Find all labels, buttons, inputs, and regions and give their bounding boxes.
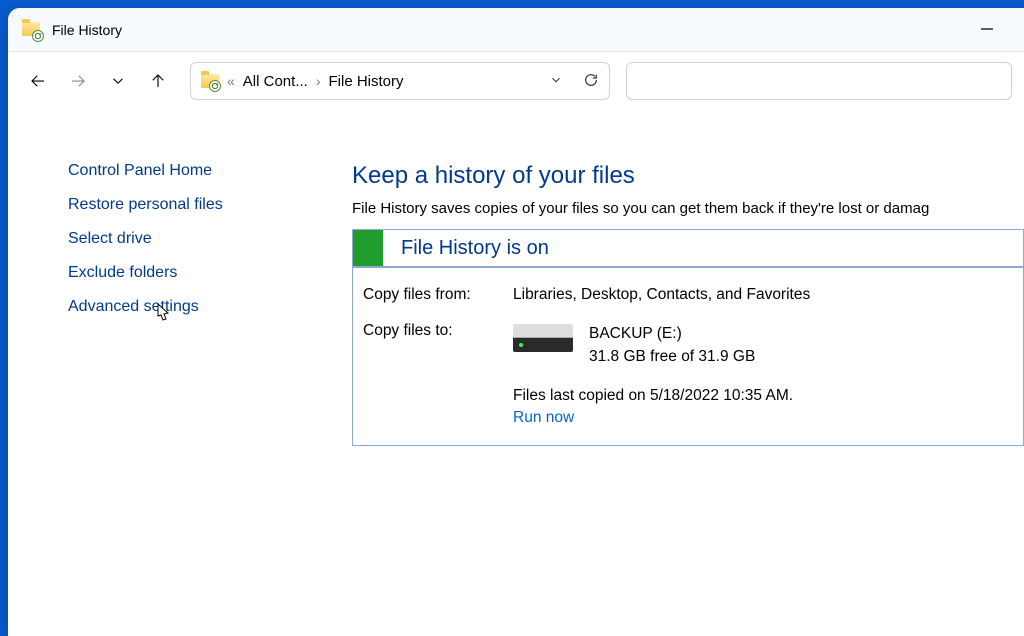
- page-heading: Keep a history of your files: [352, 162, 1024, 190]
- window-title: File History: [52, 22, 122, 38]
- breadcrumb-root-chevron[interactable]: «: [227, 73, 235, 89]
- breadcrumb-segment-2[interactable]: File History: [329, 73, 404, 90]
- refresh-button[interactable]: [583, 72, 599, 91]
- chevron-right-icon: ›: [316, 73, 321, 89]
- drive-name: BACKUP (E:): [589, 322, 755, 345]
- sidebar: Control Panel Home Restore personal file…: [8, 110, 318, 636]
- status-text: File History is on: [401, 237, 549, 260]
- drive-free-space: 31.8 GB free of 31.9 GB: [589, 345, 755, 368]
- breadcrumb-dropdown[interactable]: [549, 73, 563, 90]
- search-input[interactable]: [626, 62, 1012, 100]
- select-drive-link[interactable]: Select drive: [68, 230, 318, 248]
- up-button[interactable]: [140, 63, 176, 99]
- back-button[interactable]: [20, 63, 56, 99]
- drive-icon: [513, 322, 573, 362]
- last-copied-text: Files last copied on 5/18/2022 10:35 AM.: [513, 387, 1013, 405]
- folder-icon: [201, 72, 219, 90]
- advanced-settings-link[interactable]: Advanced settings: [68, 298, 318, 316]
- breadcrumb-segment-1[interactable]: All Cont...: [243, 73, 308, 90]
- main-content: Keep a history of your files File Histor…: [318, 110, 1024, 636]
- restore-personal-files-link[interactable]: Restore personal files: [68, 196, 318, 214]
- exclude-folders-link[interactable]: Exclude folders: [68, 264, 318, 282]
- copy-from-value: Libraries, Desktop, Contacts, and Favori…: [513, 286, 810, 304]
- status-banner: File History is on: [352, 229, 1024, 267]
- titlebar: File History: [8, 8, 1024, 52]
- run-now-link[interactable]: Run now: [513, 409, 574, 427]
- minimize-button[interactable]: [964, 21, 1010, 39]
- details-panel: Copy files from: Libraries, Desktop, Con…: [352, 267, 1024, 446]
- file-history-icon: [22, 20, 42, 40]
- forward-button[interactable]: [60, 63, 96, 99]
- copy-to-label: Copy files to:: [363, 322, 513, 369]
- control-panel-home-link[interactable]: Control Panel Home: [68, 162, 318, 180]
- copy-from-label: Copy files from:: [363, 286, 513, 304]
- file-history-window: File History « All Cont... ›: [8, 8, 1024, 636]
- address-bar[interactable]: « All Cont... › File History: [190, 62, 610, 100]
- page-subtitle: File History saves copies of your files …: [352, 200, 1024, 217]
- recent-dropdown[interactable]: [100, 63, 136, 99]
- status-on-indicator: [353, 230, 383, 266]
- toolbar: « All Cont... › File History: [8, 52, 1024, 110]
